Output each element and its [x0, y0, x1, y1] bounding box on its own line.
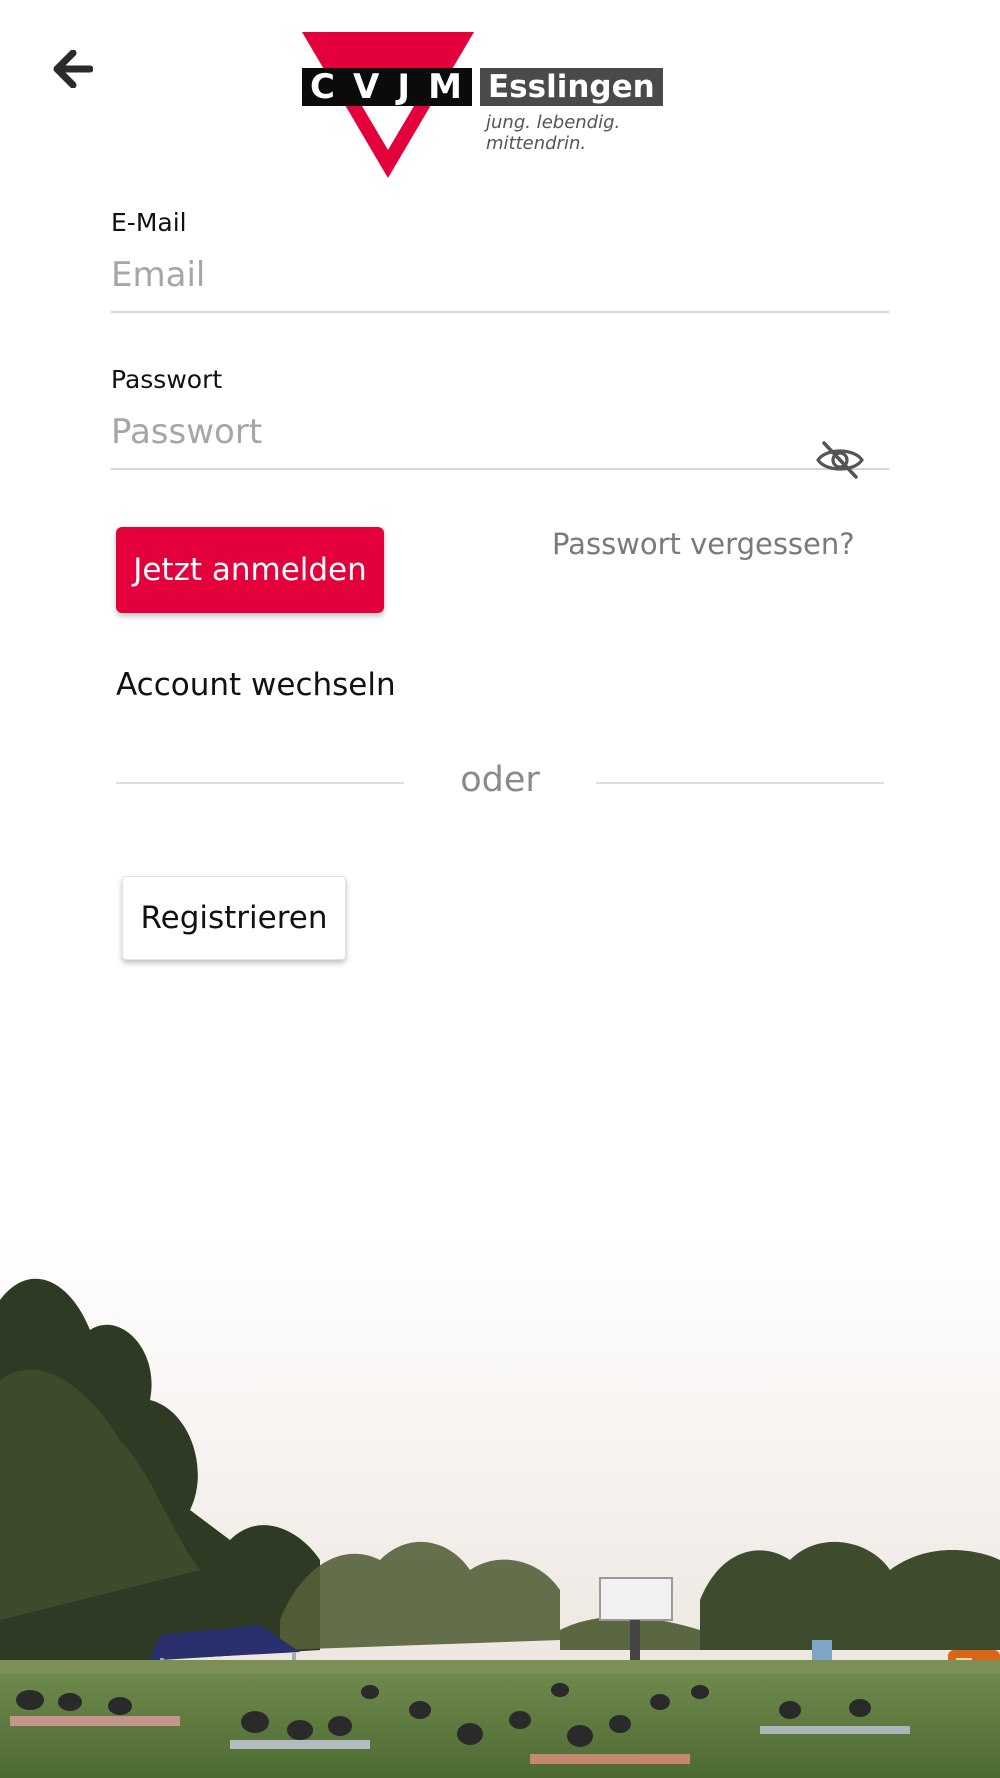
- password-input[interactable]: [111, 394, 889, 468]
- divider-line-left: [116, 782, 404, 784]
- password-field: Passwort: [111, 365, 889, 479]
- email-underline: [111, 311, 889, 313]
- logo-brand-text: CVJM: [302, 67, 472, 107]
- arrow-left-icon: [53, 50, 93, 88]
- back-button[interactable]: [44, 40, 102, 98]
- divider-line-right: [596, 782, 884, 784]
- logo-tagline: jung. lebendig. mittendrin.: [486, 112, 621, 154]
- logo-city-text: Esslingen: [480, 68, 663, 106]
- email-label: E-Mail: [111, 208, 187, 237]
- login-button[interactable]: Jetzt anmelden: [116, 527, 384, 613]
- forgot-password-link[interactable]: Passwort vergessen?: [552, 527, 855, 561]
- email-field: E-Mail: [111, 208, 889, 313]
- switch-account-link[interactable]: Account wechseln: [116, 667, 396, 703]
- brand-logo: CVJM Esslingen jung. lebendig. mittendri…: [300, 30, 720, 180]
- outdoor-cinema-photo: [0, 1240, 1000, 1778]
- login-screen: CVJM Esslingen jung. lebendig. mittendri…: [0, 0, 1000, 1778]
- register-button[interactable]: Registrieren: [122, 876, 346, 960]
- password-label: Passwort: [111, 365, 223, 394]
- eye-slash-icon: [816, 441, 864, 479]
- toggle-password-visibility-button[interactable]: [813, 435, 867, 485]
- divider-text: oder: [460, 760, 540, 800]
- email-input[interactable]: [111, 237, 889, 311]
- password-underline: [111, 468, 889, 470]
